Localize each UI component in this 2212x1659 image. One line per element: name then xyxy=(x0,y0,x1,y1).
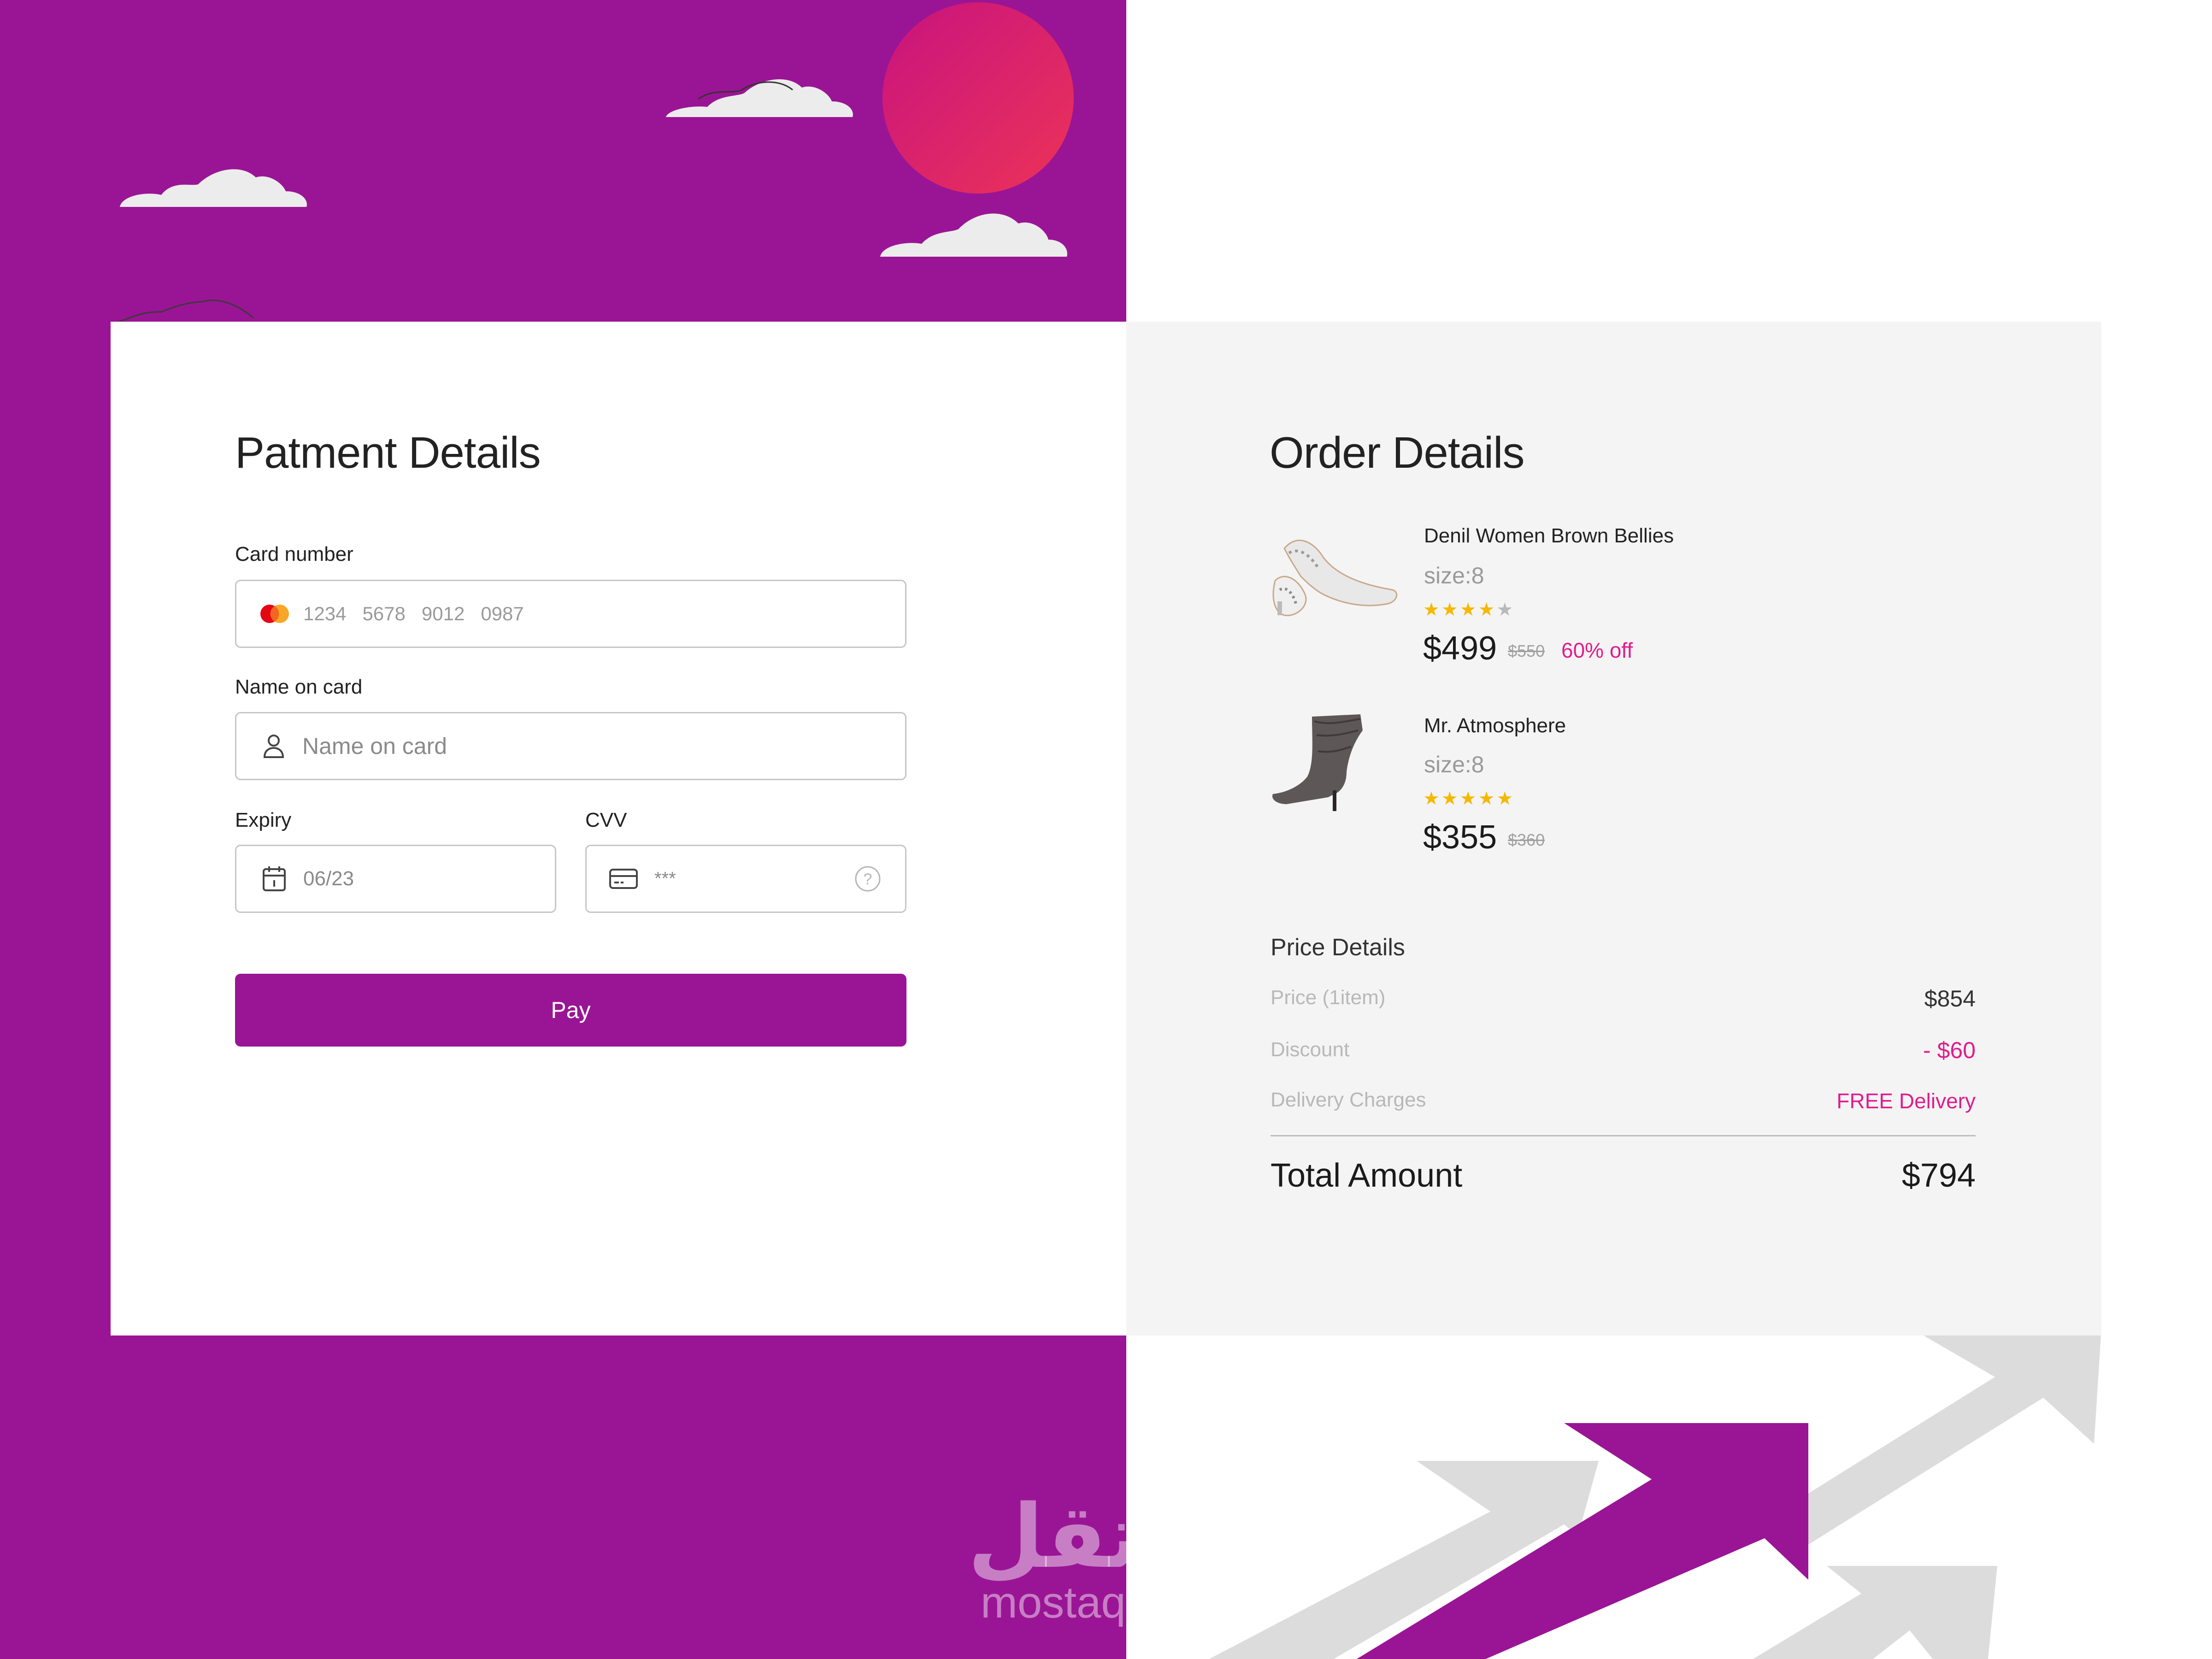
star-icon: ★ xyxy=(1423,600,1441,620)
user-icon xyxy=(263,735,284,758)
price-value: $854 xyxy=(1924,986,1976,1012)
calendar-icon xyxy=(263,866,286,891)
delivery-value: FREE Delivery xyxy=(1836,1089,1976,1113)
product-discount: 60% off xyxy=(1561,638,1633,662)
product-image-boot xyxy=(1272,714,1363,811)
card-number-label: Card number xyxy=(235,543,353,565)
total-label: Total Amount xyxy=(1271,1157,1463,1194)
delivery-label: Delivery Charges xyxy=(1271,1088,1426,1111)
total-value: $794 xyxy=(1901,1157,1976,1194)
star-icon: ★ xyxy=(1496,788,1515,809)
product-image-bellies xyxy=(1272,540,1398,617)
star-icon: ★ xyxy=(1441,600,1460,620)
product-old-price: $550 xyxy=(1508,641,1545,660)
sun-decoration xyxy=(882,2,1074,194)
star-icon: ★ xyxy=(1478,600,1497,620)
discount-label: Discount xyxy=(1271,1038,1350,1061)
price-details-title: Price Details xyxy=(1271,934,1405,961)
star-icon: ★ xyxy=(1423,788,1441,809)
pay-button[interactable]: Pay xyxy=(235,974,906,1047)
name-on-card-label: Name on card xyxy=(235,676,363,698)
help-icon[interactable]: ? xyxy=(854,865,882,893)
expiry-label: Expiry xyxy=(235,809,292,831)
card-number-placeholder: 1234 5678 9012 0987 xyxy=(303,603,524,624)
rating-stars: ★★★★★ xyxy=(1423,788,1515,809)
rating-stars: ★★★★★ xyxy=(1423,599,1515,620)
mastercard-icon xyxy=(260,605,289,623)
discount-value: - $60 xyxy=(1923,1037,1976,1063)
card-number-input[interactable]: 1234 5678 9012 0987 xyxy=(235,580,906,648)
expiry-value: 06/23 xyxy=(303,867,354,890)
product-name: Mr. Atmosphere xyxy=(1424,714,1566,737)
divider xyxy=(1271,1135,1976,1136)
product-name: Denil Women Brown Bellies xyxy=(1424,524,1674,547)
product-price: $499 xyxy=(1423,630,1497,667)
cvv-input[interactable]: *** ? xyxy=(585,845,906,913)
arrows-decoration xyxy=(1209,1335,2101,1659)
expiry-input[interactable]: 06/23 xyxy=(235,845,556,913)
star-icon: ★ xyxy=(1459,788,1478,809)
star-icon: ★ xyxy=(1478,788,1497,809)
name-on-card-placeholder: Name on card xyxy=(302,733,447,759)
name-on-card-input[interactable]: Name on card xyxy=(235,712,906,780)
cloud-decoration xyxy=(880,213,1067,257)
product-size: size:8 xyxy=(1424,563,1484,588)
payment-title: Patment Details xyxy=(235,428,541,477)
cvv-label: CVV xyxy=(585,809,627,831)
product-price: $355 xyxy=(1423,819,1497,856)
cloud-decoration xyxy=(666,79,853,117)
star-icon: ★ xyxy=(1496,600,1515,620)
card-icon xyxy=(609,869,638,889)
cloud-decoration xyxy=(120,169,307,207)
watermark-latin: mostaql.com xyxy=(980,1578,1232,1627)
cvv-value: *** xyxy=(654,868,676,889)
product-size: size:8 xyxy=(1424,752,1484,777)
star-icon: ★ xyxy=(1459,600,1478,620)
order-title: Order Details xyxy=(1270,428,1524,477)
svg-text:?: ? xyxy=(864,871,872,888)
product-old-price: $360 xyxy=(1508,830,1545,849)
price-label: Price (1item) xyxy=(1271,986,1386,1009)
star-icon: ★ xyxy=(1441,788,1460,809)
watermark-logo: مستقل mostaql.com xyxy=(968,1486,1288,1627)
cloud-outline-decoration xyxy=(117,299,263,325)
watermark-arabic: مستقل xyxy=(968,1486,1288,1588)
